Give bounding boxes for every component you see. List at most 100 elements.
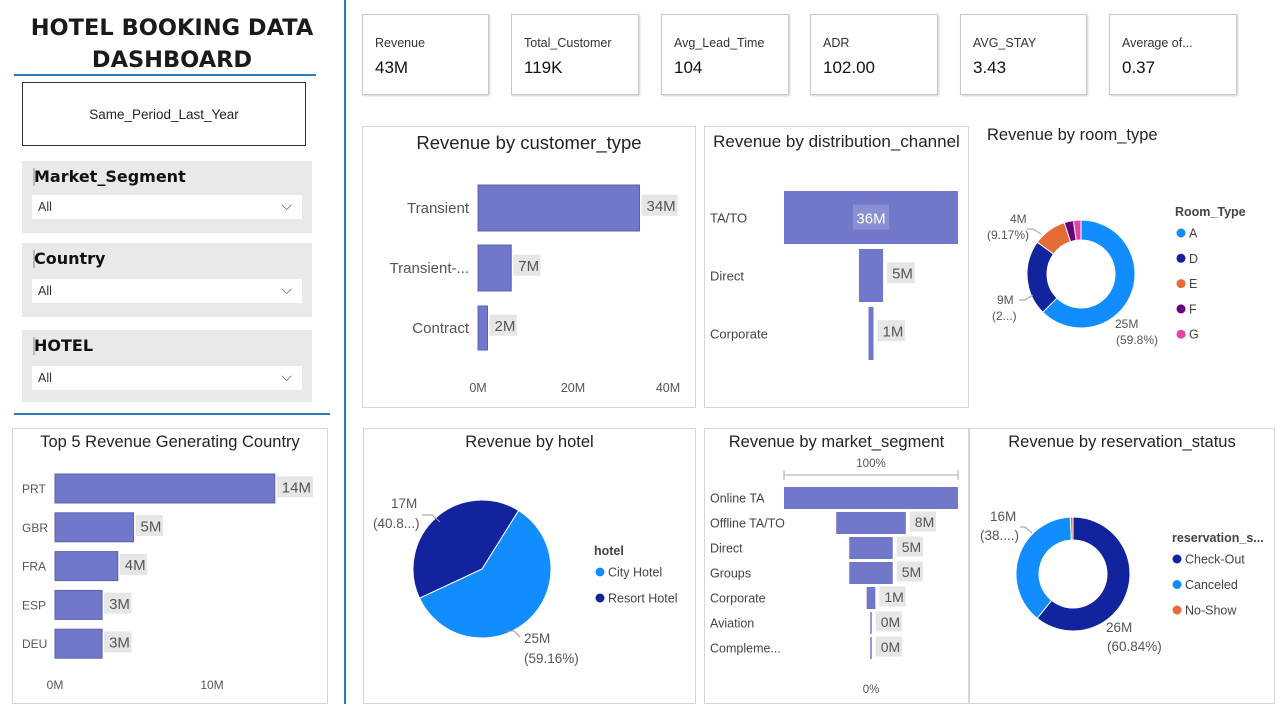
bar [870,612,872,634]
bar [849,537,893,559]
bar [870,637,872,659]
bar [54,589,103,620]
market-segment-funnel: 100% Online TA Offline TA/TO 8M Direct 5M Grou… [710,458,959,696]
legend-marker [1176,228,1186,238]
category-label: Transient [407,200,470,217]
x-tick-label: 0M [469,381,486,395]
bar [868,307,874,360]
leader-line [1027,228,1042,235]
kpi-card-adr[interactable]: ADR 102.00 [810,14,938,95]
chart-hotel[interactable]: Revenue by hotel 25M (59.16%) 17M (40.8...)… [363,428,696,704]
kpi-card-total-customer[interactable]: Total_Customer 119K [511,14,639,95]
data-label: 9M [997,293,1014,307]
data-label-pct: (59.8%) [1116,333,1158,347]
data-label: 5M [902,539,921,555]
legend-marker [1176,279,1186,289]
data-label: 5M [141,518,162,535]
bar [54,512,134,543]
top-percent-label: 100% [856,458,885,470]
legend-label: A [1189,227,1198,241]
slicer-country: Country All ⌵ [22,243,312,317]
top5-country-bars: PRT 14M GBR 5M FRA 4M ESP 3M DEU 3M 0M 10M [22,473,313,692]
slicer-market-segment: Market_Segment All ⌵ [22,161,312,233]
data-label-pct: (40.8...) [373,516,420,531]
market-segment-dropdown[interactable]: All ⌵ [32,195,302,219]
data-label: 25M [1115,317,1138,331]
slicer-title-hotel: HOTEL [34,336,94,355]
kpi-label: AVG_STAY [973,36,1037,50]
kpi-card-avg-lead-time[interactable]: Avg_Lead_Time 104 [661,14,789,95]
bar [477,184,640,232]
data-label-pct: (9.17%) [987,228,1029,242]
data-label-pct: (59.16%) [524,651,579,666]
data-label: 4M [1010,212,1027,226]
data-label: 1M [883,324,904,341]
bar [54,473,276,504]
kpi-value: 104 [674,58,703,77]
dashboard-title-line2: DASHBOARD [91,47,253,73]
same-period-last-year-button[interactable]: Same_Period_Last_Year [22,82,306,146]
data-label: 14M [282,480,311,497]
legend-title: Room_Type [1175,205,1246,219]
distribution-channel-funnel: TA/TO 36M Direct 5M Corporate 1M [710,191,958,360]
kpi-value: 43M [375,58,409,77]
kpi-value: 0.37 [1122,58,1156,77]
title-divider [14,74,316,76]
dashboard-title-line1: HOTEL BOOKING DATA [30,15,314,41]
category-label: ESP [22,598,46,612]
category-label: Corporate [710,327,768,342]
legend-marker [595,593,605,603]
legend-label: Resort Hotel [608,592,677,606]
slicer-hotel: HOTEL All ⌵ [22,330,312,402]
kpi-label: Revenue [375,36,426,50]
chart-reservation-status[interactable]: Revenue by reservation_status 26M (60.84%… [969,428,1275,704]
chevron-down-icon: ⌵ [281,197,292,213]
kpi-card-average-of[interactable]: Average of... 0.37 [1109,14,1237,95]
chart-customer-type[interactable]: Revenue by customer_type Transient 34M Tra… [362,126,696,408]
data-label-pct: (2...) [992,309,1017,323]
data-label: 0M [881,639,900,655]
hotel-selected: All [38,371,52,385]
category-label: Contract [412,320,470,337]
legend-marker [595,567,605,577]
kpi-value: 102.00 [823,58,875,77]
bar [54,628,103,659]
chart-distribution-channel[interactable]: Revenue by distribution_channel TA/TO 36M… [704,126,969,408]
kpi-value: 3.43 [973,58,1007,77]
data-label: 36M [856,211,885,228]
category-label: Online TA [710,492,765,506]
x-tick-label: 10M [200,678,223,692]
legend-marker [1172,554,1182,564]
bar [866,587,876,609]
category-label: Corporate [710,592,766,606]
slicer-title-country: Country [34,249,106,268]
chart-top5-country[interactable]: Top 5 Revenue Generating Country PRT 14M G… [12,428,328,704]
x-tick-label: 20M [561,381,585,395]
x-tick-label: 0M [47,678,64,692]
category-label: DEU [22,637,47,651]
country-selected: All [38,284,52,298]
data-label: 7M [518,258,539,275]
legend-marker [1176,304,1186,314]
category-label: Compleme... [710,642,781,656]
legend-marker [1172,580,1182,589]
kpi-card-avg-stay[interactable]: AVG_STAY 3.43 [960,14,1087,95]
chart-market-segment[interactable]: Revenue by market_segment 100% Online TA O… [704,428,969,704]
vertical-divider [344,0,346,704]
reservation-status-donut: 26M (60.84%) 16M (38....) reservation_s... Ch… [980,509,1264,654]
bar [858,249,884,302]
legend-label: G [1189,328,1199,342]
legend-marker [1176,253,1186,263]
data-label: 5M [892,266,913,283]
category-label: FRA [22,560,46,574]
kpi-card-revenue[interactable]: Revenue 43M [362,14,489,95]
country-dropdown[interactable]: All ⌵ [32,279,302,303]
category-label: Aviation [710,617,754,631]
slicer-divider [14,413,330,415]
chart-room-type[interactable]: Revenue by room_type 25M (59.8%) 9M (2...) 4… [975,120,1280,355]
x-tick-label: 40M [656,381,680,395]
customer-type-bars: Transient 34M Transient-... 7M Contract 2M 0M 2… [390,184,680,395]
slice [1015,516,1072,619]
hotel-pie: 25M (59.16%) 17M (40.8...) hotel City Hotel Re… [373,496,677,666]
hotel-dropdown[interactable]: All ⌵ [32,366,302,390]
